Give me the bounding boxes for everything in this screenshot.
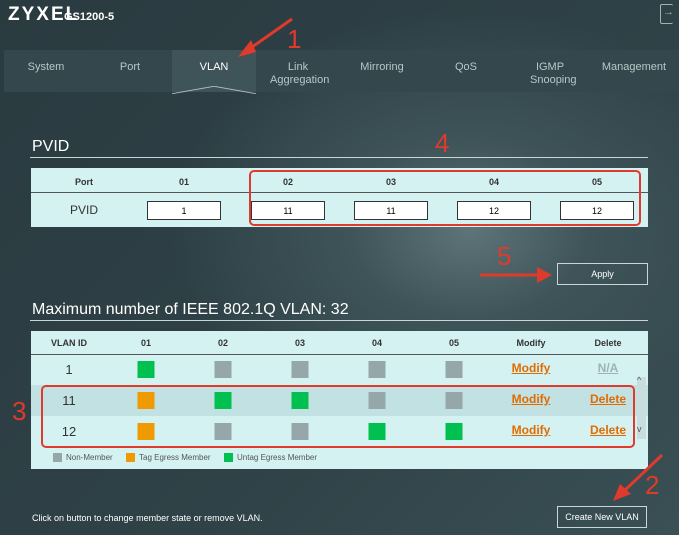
annotation-arrows	[238, 17, 664, 501]
